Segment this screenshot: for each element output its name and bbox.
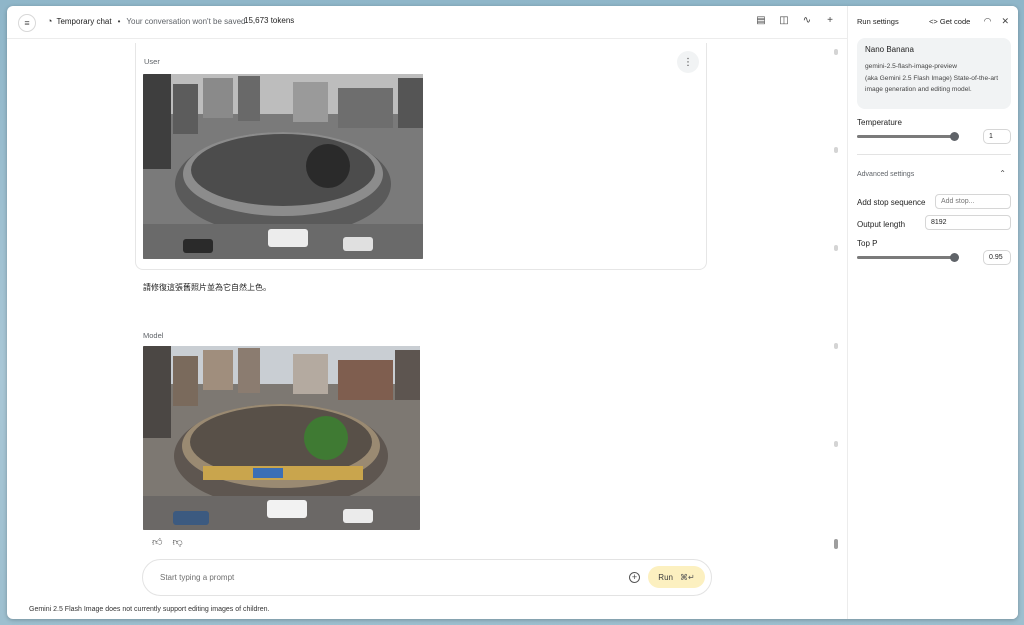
model-role-label: Model: [143, 331, 164, 340]
code-icon: <>: [929, 17, 938, 26]
app-window: ≡ ◔ Temporary chat • Your conversation w…: [7, 6, 1018, 619]
model-description: (aka Gemini 2.5 Flash Image) State-of-th…: [865, 74, 999, 94]
close-icon[interactable]: ✕: [1001, 16, 1009, 27]
run-button[interactable]: Run ⌘↵: [648, 566, 705, 588]
get-code-button[interactable]: <> Get code: [929, 17, 970, 26]
temperature-slider[interactable]: [857, 132, 959, 141]
sidebar-toggle-icon[interactable]: ≡: [18, 14, 36, 32]
settings-divider: [857, 154, 1011, 155]
token-count: 15,673 tokens: [244, 16, 295, 25]
separator-dot: •: [117, 16, 121, 26]
user-role-label: User: [144, 57, 160, 66]
output-length-label: Output length: [857, 220, 906, 229]
temperature-slider-knob[interactable]: [950, 132, 959, 141]
thumbs-down-icon[interactable]: 👎︎: [172, 536, 182, 548]
advanced-settings-toggle[interactable]: Advanced settings: [857, 171, 914, 178]
save-notice: Your conversation won't be saved: [126, 16, 246, 26]
incognito-icon: ◔: [47, 16, 53, 26]
colorized-street-photo: [143, 346, 420, 530]
compare-icon[interactable]: ◫: [779, 15, 789, 27]
chevron-up-icon[interactable]: ⌃: [999, 169, 1006, 178]
output-length-input[interactable]: 8192: [925, 215, 1011, 230]
stop-sequence-input[interactable]: Add stop...: [935, 194, 1011, 209]
user-uploaded-image[interactable]: [143, 74, 423, 259]
clipboard-icon[interactable]: ▤: [756, 15, 766, 27]
top-p-label: Top P: [857, 239, 878, 248]
grayscale-street-photo: [143, 74, 423, 259]
stop-sequence-label: Add stop sequence: [857, 198, 926, 207]
temperature-input[interactable]: 1: [983, 129, 1011, 144]
run-settings-panel: Run settings <> Get code ◠ ✕ Nano Banana…: [847, 6, 1018, 619]
response-feedback: 👍︎ 👎︎: [152, 536, 183, 548]
temperature-label: Temperature: [857, 118, 902, 127]
top-p-slider-fill: [857, 256, 954, 259]
run-shortcut: ⌘↵: [679, 572, 695, 582]
get-code-label: Get code: [939, 17, 971, 26]
chat-area: User ⋮ 請修復這張舊照片並為它自然上色。 Model 👍︎ 👎︎ Star…: [7, 39, 847, 619]
scrollbar-thumb[interactable]: [834, 539, 838, 549]
top-p-input[interactable]: 0.95: [983, 250, 1011, 265]
top-actions: ▤ ◫ ∿ +: [756, 15, 835, 27]
prompt-input-box[interactable]: Start typing a prompt + Run ⌘↵: [142, 559, 712, 596]
more-options-icon[interactable]: ⋮: [677, 51, 699, 73]
disclaimer-text: Gemini 2.5 Flash Image does not currentl…: [29, 606, 270, 613]
feedback-icon[interactable]: ◠: [984, 16, 992, 27]
model-selector-card[interactable]: Nano Banana gemini-2.5-flash-image-previ…: [857, 38, 1011, 109]
model-id: gemini-2.5-flash-image-preview: [865, 63, 957, 70]
model-generated-image[interactable]: [143, 346, 420, 530]
chat-mode-label: Temporary chat: [56, 16, 112, 26]
run-label: Run: [658, 572, 673, 582]
user-message-card: User ⋮: [135, 43, 707, 270]
top-p-slider-knob[interactable]: [950, 253, 959, 262]
chat-mode-indicator: ◔ Temporary chat • Your conversation won…: [47, 16, 245, 26]
panel-title: Run settings: [857, 17, 899, 26]
top-p-slider[interactable]: [857, 253, 959, 262]
panel-actions: ◠ ✕: [984, 16, 1009, 27]
add-icon[interactable]: +: [825, 15, 835, 27]
model-name: Nano Banana: [865, 45, 914, 54]
top-bar: ≡ ◔ Temporary chat • Your conversation w…: [7, 6, 847, 39]
prompt-input[interactable]: Start typing a prompt: [160, 573, 234, 582]
temperature-slider-fill: [857, 135, 954, 138]
activity-icon[interactable]: ∿: [802, 15, 812, 27]
chat-scrollbar[interactable]: [834, 49, 838, 554]
add-media-icon[interactable]: +: [629, 572, 640, 583]
thumbs-up-icon[interactable]: 👍︎: [152, 536, 162, 548]
user-prompt-text: 請修復這張舊照片並為它自然上色。: [143, 283, 271, 292]
